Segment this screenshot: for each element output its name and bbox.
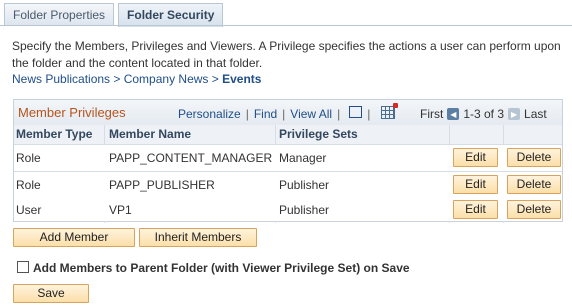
table-row: User VP1 Publisher Edit Delete [14,197,562,221]
zoom-icon[interactable] [349,106,363,118]
privilege-set-cell: Publisher [279,203,330,217]
delete-button[interactable]: Delete [507,175,561,194]
column-member-type: Member Type [16,127,93,141]
privilege-set-cell: Publisher [279,178,330,192]
table-row: Role PAPP_CONTENT_MANAGER Manager Edit D… [14,145,562,172]
inherit-members-button[interactable]: Inherit Members [139,228,257,247]
member-privileges-grid: Member Privileges Personalize | Find | V… [13,99,563,223]
grid-title: Member Privileges [18,105,126,120]
delete-button[interactable]: Delete [507,200,561,219]
link-separator: | [367,107,371,121]
add-member-button[interactable]: Add Member [13,228,135,247]
member-name-cell: VP1 [109,203,132,217]
breadcrumb-current: Events [222,72,262,86]
edit-button[interactable]: Edit [453,175,498,194]
delete-button[interactable]: Delete [507,148,561,167]
find-link[interactable]: Find [254,107,277,121]
page-description: Specify the Members, Privileges and View… [12,39,561,70]
column-header-row: Member Type Member Name Privilege Sets [14,125,562,145]
member-name-cell: PAPP_CONTENT_MANAGER [109,151,273,165]
column-privilege-sets: Privilege Sets [279,127,358,141]
table-row: Role PAPP_PUBLISHER Publisher Edit Delet… [14,172,562,199]
link-separator: | [282,107,286,121]
first-label: First [420,107,444,121]
member-type-cell: Role [16,178,41,192]
tab-bar: Folder Properties Folder Security [4,3,227,27]
download-grid-icon[interactable] [381,102,399,119]
member-type-cell: User [16,203,42,217]
privilege-set-cell: Manager [279,151,327,165]
view-all-link[interactable]: View All [290,107,332,121]
next-arrow-icon[interactable]: ▶ [508,108,521,120]
previous-arrow-icon[interactable]: ◀ [447,108,460,120]
column-member-name: Member Name [109,127,192,141]
edit-button[interactable]: Edit [453,200,498,219]
save-button[interactable]: Save [13,284,89,303]
add-to-parent-label: Add Members to Parent Folder (with Viewe… [33,261,410,275]
tab-folder-security[interactable]: Folder Security [118,3,224,27]
grid-links: Personalize | Find | View All | | [178,102,399,121]
link-separator: | [337,107,341,121]
row-range: 1-3 of 3 [463,107,505,121]
member-type-cell: Role [16,151,41,165]
breadcrumb-path[interactable]: News Publications > Company News > [12,72,222,86]
add-to-parent-checkbox[interactable] [17,261,29,273]
grid-header: Member Privileges Personalize | Find | V… [14,100,562,126]
tab-folder-properties[interactable]: Folder Properties [4,3,115,25]
member-name-cell: PAPP_PUBLISHER [109,178,215,192]
breadcrumb: News Publications > Company News > Event… [12,72,261,86]
last-label: Last [524,107,547,121]
edit-button[interactable]: Edit [453,148,498,167]
tab-divider [0,25,572,26]
link-separator: | [245,107,249,121]
personalize-link[interactable]: Personalize [178,107,241,121]
grid-navigation: First ◀ 1-3 of 3 ▶ Last [420,107,547,121]
